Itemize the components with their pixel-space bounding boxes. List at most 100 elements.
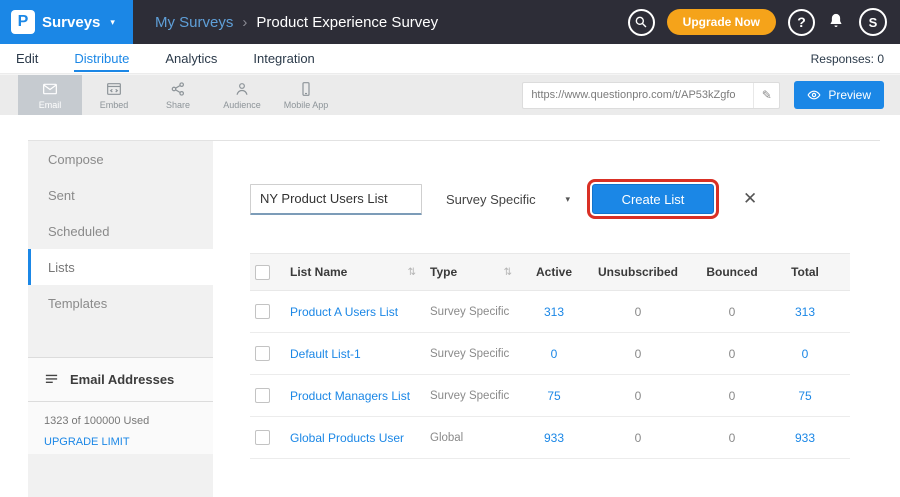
- list-name-link[interactable]: Default List-1: [290, 347, 361, 361]
- column-header-type[interactable]: Type ⇅: [430, 265, 526, 279]
- email-addresses-header: Email Addresses: [28, 358, 213, 402]
- list-type-cell: Survey Specific: [430, 306, 526, 318]
- survey-url-box: ✎: [522, 82, 780, 109]
- survey-url-input[interactable]: [523, 89, 753, 101]
- tab-analytics[interactable]: Analytics: [165, 46, 217, 72]
- active-count-link[interactable]: 933: [526, 431, 582, 445]
- email-usage-text: 1323 of 100000 Used: [28, 402, 213, 430]
- column-header-list-name[interactable]: List Name ⇅: [290, 265, 430, 279]
- toolbar-item-mobile-app[interactable]: Mobile App: [274, 75, 338, 115]
- bounced-count: 0: [694, 305, 770, 319]
- sidebar-item-scheduled[interactable]: Scheduled: [28, 213, 213, 249]
- list-type-cell: Survey Specific: [430, 390, 526, 402]
- list-name-link[interactable]: Global Products User: [290, 431, 404, 445]
- topbar: P Surveys ▾ My Surveys › Product Experie…: [0, 0, 900, 44]
- eye-icon: [807, 88, 821, 102]
- list-name-link[interactable]: Product A Users List: [290, 305, 398, 319]
- list-type-selected-value: Survey Specific: [446, 192, 536, 207]
- sidebar-item-sent[interactable]: Sent: [28, 177, 213, 213]
- share-icon: [170, 81, 186, 97]
- total-count-link[interactable]: 313: [770, 305, 840, 319]
- breadcrumb-separator-icon: ›: [242, 14, 247, 31]
- unsubscribed-count: 0: [582, 305, 694, 319]
- toolbar-right: ✎ Preview: [522, 75, 900, 115]
- email-addresses-list-icon: [44, 372, 59, 387]
- survey-nav: Edit Distribute Analytics Integration Re…: [0, 44, 900, 74]
- table-row: Global Products User Global 933 0 0 933: [250, 417, 850, 459]
- preview-label: Preview: [828, 88, 871, 102]
- bounced-count: 0: [694, 347, 770, 361]
- row-checkbox[interactable]: [255, 430, 270, 445]
- toolbar-item-label: Audience: [223, 100, 261, 110]
- search-icon[interactable]: [628, 9, 655, 36]
- select-all-checkbox[interactable]: [255, 265, 270, 280]
- responses-count[interactable]: Responses: 0: [811, 52, 884, 66]
- topbar-actions: Upgrade Now ? S: [628, 8, 900, 36]
- breadcrumb-current-survey: Product Experience Survey: [256, 14, 438, 31]
- active-count-link[interactable]: 313: [526, 305, 582, 319]
- table-header-row: List Name ⇅ Type ⇅ Active Unsubscribed B…: [250, 253, 850, 291]
- email-addresses-section: Email Addresses 1323 of 100000 Used UPGR…: [28, 357, 213, 454]
- table-row: Product Managers List Survey Specific 75…: [250, 375, 850, 417]
- toolbar-item-label: Embed: [100, 100, 129, 110]
- total-count-link[interactable]: 933: [770, 431, 840, 445]
- embed-icon: [106, 81, 122, 97]
- unsubscribed-count: 0: [582, 347, 694, 361]
- list-type-cell: Global: [430, 432, 526, 444]
- bounced-count: 0: [694, 431, 770, 445]
- product-switcher[interactable]: P Surveys ▾: [0, 0, 133, 44]
- active-count-link[interactable]: 0: [526, 347, 582, 361]
- column-header-unsubscribed: Unsubscribed: [582, 265, 694, 279]
- upgrade-now-button[interactable]: Upgrade Now: [667, 9, 776, 35]
- sidebar-item-templates[interactable]: Templates: [28, 285, 213, 321]
- edit-url-pencil-icon[interactable]: ✎: [753, 83, 779, 108]
- upgrade-limit-link[interactable]: UPGRADE LIMIT: [28, 430, 213, 454]
- total-count-link[interactable]: 0: [770, 347, 840, 361]
- toolbar-item-label: Email: [39, 100, 62, 110]
- tab-edit[interactable]: Edit: [16, 46, 38, 72]
- sidebar-item-compose[interactable]: Compose: [28, 141, 213, 177]
- audience-icon: [234, 81, 250, 97]
- toolbar-item-share[interactable]: Share: [146, 75, 210, 115]
- preview-button[interactable]: Preview: [794, 81, 884, 109]
- notifications-bell-icon[interactable]: [827, 12, 847, 32]
- row-checkbox[interactable]: [255, 346, 270, 361]
- help-icon[interactable]: ?: [788, 9, 815, 36]
- tab-integration[interactable]: Integration: [253, 46, 314, 72]
- sidebar-item-lists[interactable]: Lists: [28, 249, 213, 285]
- user-avatar[interactable]: S: [859, 8, 887, 36]
- create-list-form: Survey Specific ▾ Create List ✕: [250, 181, 852, 217]
- unsubscribed-count: 0: [582, 431, 694, 445]
- create-list-button[interactable]: Create List: [592, 184, 714, 214]
- row-checkbox[interactable]: [255, 388, 270, 403]
- chevron-down-icon: ▾: [565, 194, 570, 205]
- total-count-link[interactable]: 75: [770, 389, 840, 403]
- list-name-link[interactable]: Product Managers List: [290, 389, 410, 403]
- lists-panel: Survey Specific ▾ Create List ✕ List Nam…: [213, 140, 880, 497]
- toolbar-item-label: Mobile App: [284, 100, 329, 110]
- tab-distribute[interactable]: Distribute: [74, 46, 129, 72]
- sort-icon[interactable]: ⇅: [504, 267, 512, 278]
- toolbar-item-embed[interactable]: Embed: [82, 75, 146, 115]
- chevron-down-icon: ▾: [110, 17, 115, 28]
- mobile-app-icon: [298, 81, 314, 97]
- row-checkbox[interactable]: [255, 304, 270, 319]
- toolbar-item-label: Share: [166, 100, 190, 110]
- breadcrumb-my-surveys[interactable]: My Surveys: [155, 14, 233, 31]
- questionpro-logo-icon: P: [11, 10, 35, 34]
- close-icon[interactable]: ✕: [743, 189, 757, 209]
- column-header-bounced: Bounced: [694, 265, 770, 279]
- toolbar-item-audience[interactable]: Audience: [210, 75, 274, 115]
- list-type-select[interactable]: Survey Specific ▾: [442, 186, 574, 213]
- email-addresses-title: Email Addresses: [70, 372, 174, 387]
- list-type-cell: Survey Specific: [430, 348, 526, 360]
- active-count-link[interactable]: 75: [526, 389, 582, 403]
- table-row: Product A Users List Survey Specific 313…: [250, 291, 850, 333]
- sort-icon[interactable]: ⇅: [408, 267, 416, 278]
- unsubscribed-count: 0: [582, 389, 694, 403]
- product-name: Surveys: [42, 14, 100, 31]
- table-row: Default List-1 Survey Specific 0 0 0 0: [250, 333, 850, 375]
- list-name-input[interactable]: [250, 184, 422, 215]
- app-window: P Surveys ▾ My Surveys › Product Experie…: [0, 0, 900, 497]
- toolbar-item-email[interactable]: Email: [18, 75, 82, 115]
